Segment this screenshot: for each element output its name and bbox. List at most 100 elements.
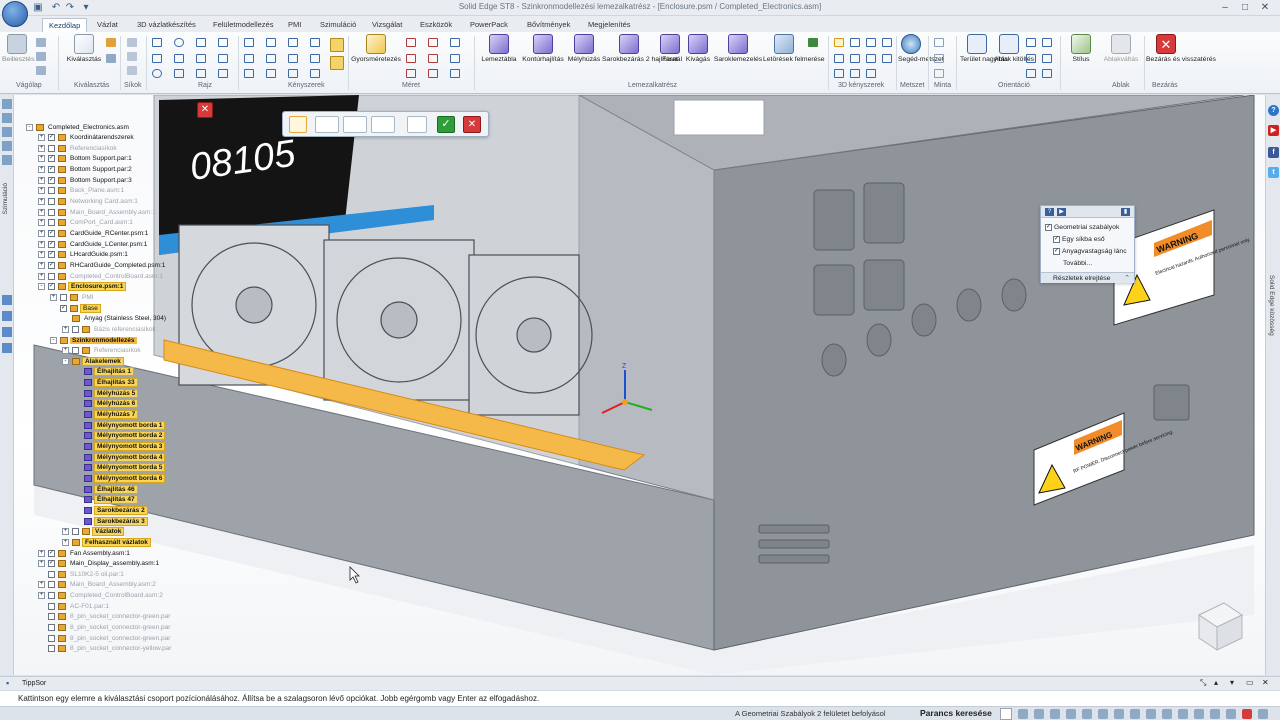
coplanar-3d-icon[interactable]: [834, 38, 844, 47]
visibility-checkbox[interactable]: [72, 347, 79, 355]
style-button[interactable]: Stílus: [1066, 34, 1096, 64]
perpendicular-3d-icon[interactable]: [866, 38, 876, 47]
visibility-checkbox[interactable]: ✓: [48, 560, 55, 568]
rule-thickness-chain[interactable]: ✓ Anyagvastagság lánc: [1053, 246, 1127, 256]
tree-item[interactable]: Mélynyomott borda 1: [74, 420, 166, 430]
expand-toggle-icon[interactable]: +: [38, 176, 45, 184]
tree-item[interactable]: + Networking Card.asm:1: [38, 197, 140, 207]
tree-item[interactable]: + Completed_ControlBoard.asm:2: [38, 591, 165, 601]
tab-eszkozok[interactable]: Eszközök: [414, 18, 458, 32]
pan-view-icon[interactable]: [1026, 54, 1036, 63]
dimple-button[interactable]: Mélyhúzás: [566, 34, 602, 64]
tree-item[interactable]: - Alakelemek: [62, 356, 124, 366]
visibility-checkbox[interactable]: [48, 645, 55, 653]
tree-item[interactable]: + ✓ Fan Assembly.asm:1: [38, 548, 132, 558]
select-tool-options-icon[interactable]: [343, 116, 367, 133]
pin-icon[interactable]: ▭: [1246, 678, 1254, 687]
expand-toggle-icon[interactable]: +: [62, 325, 69, 333]
visibility-checkbox[interactable]: [48, 187, 55, 195]
tree-item[interactable]: + Completed_ControlBoard.asm:1: [38, 271, 165, 281]
tree-item[interactable]: Mélynyomott borda 6: [74, 473, 166, 483]
lock-constraint-icon[interactable]: [310, 54, 320, 63]
expand-toggle-icon[interactable]: +: [38, 592, 45, 600]
tree-item[interactable]: + Referenciasíkok: [38, 143, 119, 153]
select-filter-icon[interactable]: [106, 38, 116, 47]
pin-icon[interactable]: ▮: [1121, 208, 1130, 216]
angle-dimension-icon[interactable]: [406, 54, 416, 63]
tree-item[interactable]: 8_pin_socket_connector-green.par: [38, 623, 172, 633]
expand-toggle-icon[interactable]: +: [38, 261, 45, 269]
tree-item[interactable]: Mélyhúzás 6: [74, 399, 139, 409]
offset-3d-icon[interactable]: [850, 69, 860, 78]
circle-icon[interactable]: [152, 69, 162, 78]
tree-item[interactable]: + PMI: [50, 292, 96, 302]
tab-kezdolap[interactable]: Kezdőlap: [42, 18, 88, 32]
view-control-icon[interactable]: [1226, 709, 1236, 719]
tool-tab-icon[interactable]: [2, 327, 12, 337]
tool-tab-icon[interactable]: [2, 343, 12, 353]
solid-edge-logo-icon[interactable]: [2, 1, 28, 27]
tree-item[interactable]: Sarokbezárás 2: [74, 505, 148, 515]
visibility-checkbox[interactable]: [48, 624, 55, 632]
expand-toggle-icon[interactable]: +: [38, 134, 45, 142]
view-control-icon[interactable]: [1146, 709, 1156, 719]
expand-toggle-icon[interactable]: +: [38, 155, 45, 163]
rigid-3d-icon[interactable]: [882, 54, 892, 63]
visibility-checkbox[interactable]: ✓: [48, 261, 55, 269]
tree-item[interactable]: + ✓ Bottom Support.par:1: [38, 154, 134, 164]
visibility-checkbox[interactable]: [72, 325, 79, 333]
annotation-icon[interactable]: [450, 54, 460, 63]
tree-item[interactable]: + Referenciasíkok: [62, 346, 143, 356]
sensors-tab-icon[interactable]: [2, 155, 12, 165]
select-tool-icon[interactable]: [106, 54, 116, 63]
close-pathfinder-icon[interactable]: ✕: [197, 102, 213, 118]
tab-bovitmenyek[interactable]: Bővítmények: [521, 18, 576, 32]
concentric-3d-icon[interactable]: [834, 54, 844, 63]
paste-button[interactable]: Beillesztés: [2, 34, 35, 64]
youtube-icon[interactable]: ▶: [1268, 125, 1279, 136]
keypoint-icon[interactable]: [407, 116, 427, 133]
expand-toggle-icon[interactable]: +: [38, 144, 45, 152]
tree-item[interactable]: Anyag (Stainless Steel, 304): [62, 314, 168, 324]
tree-item[interactable]: ✓ Base: [50, 303, 101, 313]
plane-angled-icon[interactable]: [127, 66, 137, 75]
tree-item[interactable]: Mélynyomott borda 2: [74, 431, 166, 441]
view-control-icon[interactable]: [1066, 709, 1076, 719]
visibility-checkbox[interactable]: [48, 570, 55, 578]
visibility-checkbox[interactable]: ✓: [48, 240, 55, 248]
tree-item[interactable]: Élhajlítás 46: [74, 484, 138, 494]
view-control-icon[interactable]: [1082, 709, 1092, 719]
fit-button[interactable]: Ablak kitöltés: [994, 34, 1034, 64]
tab-powerpack[interactable]: PowerPack: [464, 18, 514, 32]
tree-item[interactable]: 8_pin_socket_connector-green.par: [38, 633, 172, 643]
pattern-circular-icon[interactable]: [934, 54, 944, 63]
select-button[interactable]: Kiválasztás: [64, 34, 104, 64]
tree-item[interactable]: + ✓ LHcardGuide.psm:1: [38, 250, 130, 260]
perpendicular-constraint-icon[interactable]: [266, 54, 276, 63]
view-control-icon[interactable]: [1210, 709, 1220, 719]
smart-dimension-button[interactable]: Gyorsméretezés: [350, 34, 402, 64]
symmetric-diameter-icon[interactable]: [428, 38, 438, 47]
visibility-checkbox[interactable]: [48, 144, 55, 152]
expand-toggle-icon[interactable]: +: [38, 187, 45, 195]
face-priority-icon[interactable]: [315, 116, 339, 133]
rule-more[interactable]: További...: [1063, 258, 1092, 268]
tree-item[interactable]: + ✓ CardGuide_RCenter.psm:1: [38, 229, 150, 239]
close-icon[interactable]: ✕: [1262, 678, 1269, 687]
angular-coordinate-icon[interactable]: [428, 54, 438, 63]
tree-item[interactable]: + ✓ RHCardGuide_Completed.psm:1: [38, 260, 167, 270]
rule-coplanar[interactable]: ✓ Egy síkba eső: [1053, 234, 1105, 244]
close-corner-button[interactable]: Sarokbezárás 2 hajlításnál: [602, 34, 682, 64]
tree-item[interactable]: Élhajlítás 1: [74, 367, 134, 377]
visibility-checkbox[interactable]: [48, 208, 55, 216]
command-search-input[interactable]: [1000, 708, 1012, 720]
coordinate-dimension-icon[interactable]: [406, 69, 416, 78]
rigid-constraint-icon[interactable]: [288, 69, 298, 78]
gusset-button[interactable]: Saroklemezelés: [713, 34, 763, 64]
expand-toggle-icon[interactable]: +: [38, 230, 45, 237]
offset-icon[interactable]: [196, 54, 206, 63]
expand-icon[interactable]: ⤡: [1200, 678, 1206, 688]
pathfinder-tab-icon[interactable]: [2, 99, 12, 109]
expand-toggle-icon[interactable]: -: [50, 336, 57, 344]
expand-toggle-icon[interactable]: +: [38, 272, 45, 280]
